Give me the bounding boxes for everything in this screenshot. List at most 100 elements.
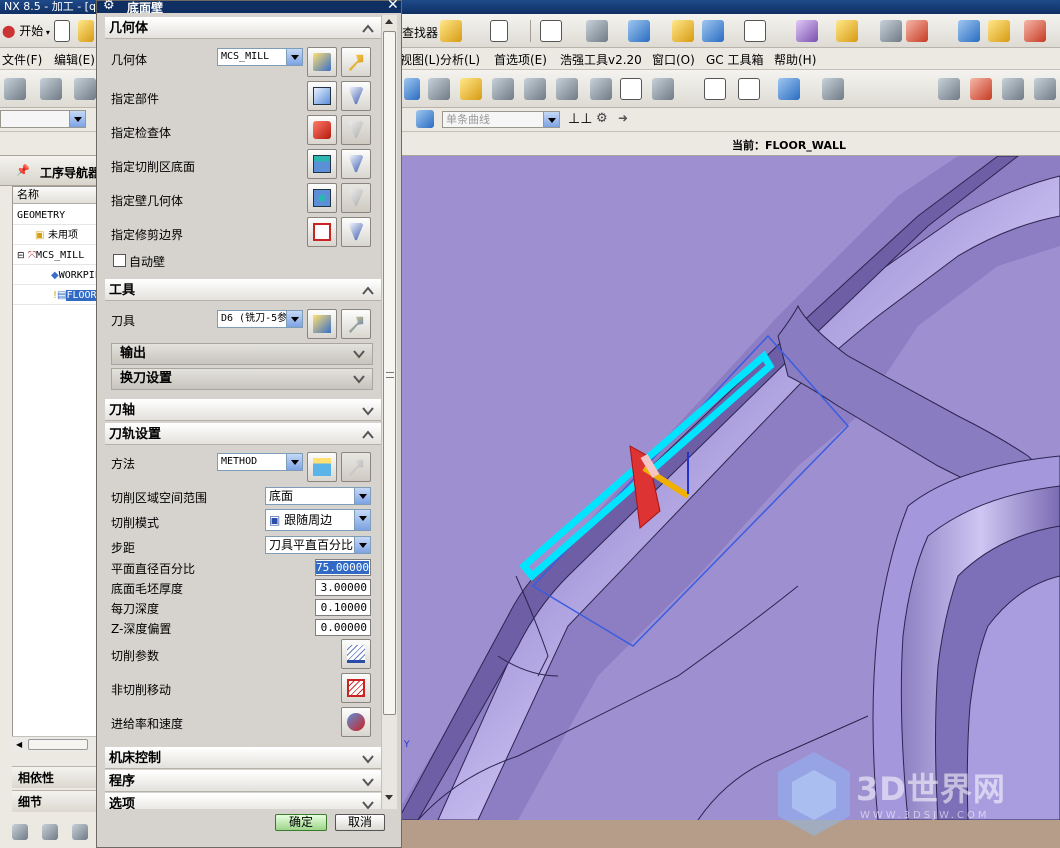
chevron-down-icon[interactable] (361, 798, 375, 809)
section-program[interactable]: 程序 (105, 770, 381, 792)
stepover-select[interactable]: 刀具平直百分比 (265, 536, 371, 554)
create-tool-icon[interactable] (40, 78, 62, 100)
method-select[interactable]: METHOD (217, 453, 303, 471)
sweep-icon[interactable] (1002, 78, 1024, 100)
section-machine-control[interactable]: 机床控制 (105, 747, 381, 769)
display-floor-button[interactable] (341, 149, 371, 179)
floor-stock-input[interactable]: 3.00000 (315, 579, 371, 596)
section-tool-axis[interactable]: 刀轴 (105, 399, 381, 421)
new-file-icon[interactable] (54, 20, 70, 42)
tool-select[interactable]: D6 (铣刀-5参数) (217, 310, 303, 328)
gear-icon[interactable]: ⚙ (103, 0, 115, 13)
verify-icon[interactable] (738, 78, 760, 100)
chevron-down-icon[interactable] (352, 347, 366, 361)
edit-object-icon[interactable] (524, 78, 546, 100)
geometry-select[interactable]: MCS_MILL (217, 48, 303, 66)
close-icon[interactable]: ✕ (387, 0, 399, 13)
tool-holder-icon[interactable] (1034, 78, 1056, 100)
display-blank-icon[interactable] (938, 78, 960, 100)
wcs-icon[interactable] (836, 20, 858, 42)
cut-pattern-select[interactable]: ▣ 跟随周边 (265, 509, 371, 531)
new-geometry-button[interactable] (307, 47, 337, 77)
list-icon[interactable] (620, 78, 642, 100)
z-depth-offset-input[interactable]: 0.00000 (315, 619, 371, 636)
postprocess-icon[interactable] (822, 78, 844, 100)
chevron-down-icon[interactable] (361, 752, 375, 766)
select-check-button[interactable] (307, 115, 337, 145)
section-path-settings[interactable]: 刀轨设置 (105, 423, 381, 445)
display-wall-button[interactable] (341, 183, 371, 213)
section-options[interactable]: 选项 (105, 793, 381, 809)
open-folder-icon[interactable] (78, 20, 94, 42)
dialog-vscrollbar[interactable] (381, 15, 397, 809)
menu-analysis[interactable]: 分析(L) (440, 51, 480, 68)
edit-geometry-button[interactable] (341, 47, 371, 77)
layer-icon[interactable] (672, 20, 694, 42)
chevron-down-icon[interactable] (361, 404, 375, 418)
tree-row-mcs-mill[interactable]: ⊟ ⤧MCS_MILL (13, 245, 97, 265)
machine-tool-icon[interactable] (42, 824, 58, 840)
auto-wall-checkbox[interactable] (113, 254, 126, 267)
navigator-icon[interactable] (12, 824, 28, 840)
menu-haoqiang-tools[interactable]: 浩强工具v2.20 (560, 51, 642, 68)
create-geometry-icon[interactable] (74, 78, 96, 100)
measure-icon[interactable] (906, 20, 928, 42)
section-tool[interactable]: 工具 (105, 279, 381, 301)
depth-per-cut-input[interactable]: 0.10000 (315, 599, 371, 616)
navigator-hscroll-thumb[interactable] (28, 739, 88, 750)
details-panel[interactable]: 细节 (12, 790, 98, 812)
move-object-icon[interactable] (796, 20, 818, 42)
create-program-icon[interactable] (4, 78, 26, 100)
play-icon[interactable] (1024, 20, 1046, 42)
copy-icon[interactable] (492, 78, 514, 100)
dependencies-panel[interactable]: 相依性 (12, 766, 98, 788)
arrow-right-icon[interactable]: ➜ (618, 111, 628, 125)
scroll-left-icon[interactable]: ◀ (16, 740, 22, 749)
finder-label[interactable]: 查找器 (402, 24, 438, 41)
pin-icon[interactable]: 📌 (16, 164, 30, 177)
pyramid-icon[interactable] (460, 78, 482, 100)
filter-icon[interactable]: ⚙ (596, 111, 608, 126)
graphics-viewport[interactable]: Y (398, 156, 1060, 820)
delete-object-icon[interactable] (556, 78, 578, 100)
snap-point-icon[interactable]: ⊥⊥ (568, 111, 592, 127)
chevron-down-icon[interactable] (361, 775, 375, 789)
new-tool-button[interactable] (307, 309, 337, 339)
sparkle-icon[interactable] (440, 20, 462, 42)
curve-rule-combo[interactable]: 单条曲线 (442, 111, 560, 128)
edit-method-button[interactable] (341, 452, 371, 482)
chevron-down-icon[interactable] (352, 372, 366, 386)
menu-view[interactable]: 视图(L) (400, 51, 440, 68)
tree-row-unused[interactable]: ▣ 未用项 (13, 225, 97, 245)
render-style-icon[interactable] (586, 20, 608, 42)
time-icon[interactable] (652, 78, 674, 100)
navigator-hscrollbar[interactable]: ◀ (12, 736, 98, 752)
simulate-icon[interactable] (778, 78, 800, 100)
collapse-icon[interactable]: ⊟ (17, 251, 25, 261)
section-icon[interactable] (702, 20, 724, 42)
curve-icon[interactable] (428, 78, 450, 100)
table-icon[interactable] (880, 20, 902, 42)
tool-change-subsection[interactable]: 换刀设置 (111, 368, 373, 390)
reuse-library-icon[interactable] (72, 824, 88, 840)
view-orient-icon[interactable] (628, 20, 650, 42)
display-part-button[interactable] (341, 81, 371, 111)
select-trim-button[interactable] (307, 217, 337, 247)
window-icon[interactable] (744, 20, 766, 42)
chevron-up-icon[interactable] (361, 428, 375, 442)
select-wall-button[interactable] (307, 183, 337, 213)
type-filter-combo[interactable] (0, 110, 86, 128)
scroll-down-icon[interactable] (385, 795, 393, 800)
chevron-up-icon[interactable] (361, 284, 375, 298)
start-menu-button[interactable]: ⬤ 开始 ▾ (2, 22, 50, 39)
scroll-up-icon[interactable] (385, 19, 393, 24)
menu-edit[interactable]: 编辑(E) (54, 51, 95, 68)
column-header-name[interactable]: 名称 (13, 187, 97, 204)
generate-icon[interactable] (590, 78, 612, 100)
tree-row-geometry[interactable]: GEOMETRY (13, 205, 97, 225)
tree-row-workpiece[interactable]: ◆WORKPIECE (13, 265, 97, 285)
display-check-button[interactable] (341, 115, 371, 145)
sketch-icon[interactable] (404, 78, 420, 100)
cutting-params-button[interactable] (341, 639, 371, 669)
section-geometry[interactable]: 几何体 (105, 17, 381, 39)
